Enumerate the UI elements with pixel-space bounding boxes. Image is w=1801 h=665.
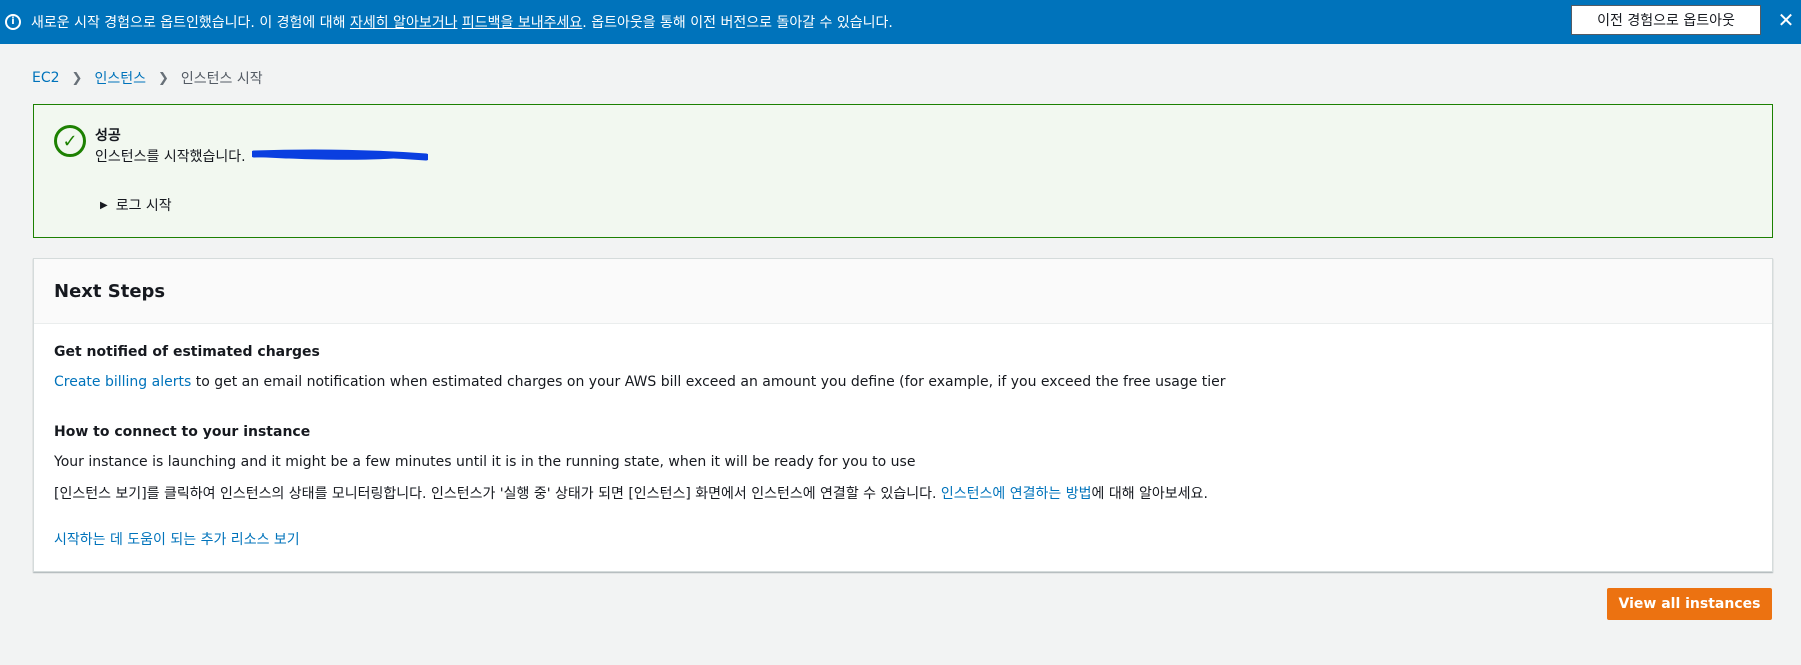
additional-resources-link[interactable]: 시작하는 데 도움이 되는 추가 리소스 보기 xyxy=(54,529,300,549)
charges-heading: Get notified of estimated charges xyxy=(54,344,320,360)
connect-instructions: [인스턴스 보기]를 클릭하여 인스턴스의 상태를 모니터링합니다. 인스턴스가… xyxy=(54,486,1208,502)
opt-in-banner: i 새로운 시작 경험으로 옵트인했습니다. 이 경험에 대해 자세히 알아보거… xyxy=(0,0,1801,44)
feedback-link[interactable]: 피드백을 보내주세요 xyxy=(462,15,582,31)
success-alert: ✓ 성공 인스턴스를 시작했습니다. ▶ 로그 시작 xyxy=(33,104,1773,238)
breadcrumb-instances[interactable]: 인스턴스 xyxy=(94,68,146,88)
charges-text: Create billing alerts to get an email no… xyxy=(54,374,1226,390)
caret-right-icon: ▶ xyxy=(100,199,108,211)
success-title: 성공 xyxy=(95,128,121,144)
launch-log-label: 로그 시작 xyxy=(115,198,172,214)
launch-log-toggle[interactable]: ▶ 로그 시작 xyxy=(100,195,172,215)
learn-more-link[interactable]: 자세히 알아보거나 xyxy=(350,15,458,31)
chevron-right-icon: ❯ xyxy=(157,70,169,86)
view-all-instances-button[interactable]: View all instances xyxy=(1607,588,1772,620)
redaction-scribble xyxy=(252,149,428,161)
connect-heading: How to connect to your instance xyxy=(54,424,311,440)
next-steps-panel: Next Steps Get notified of estimated cha… xyxy=(33,258,1773,572)
breadcrumb-current: 인스턴스 시작 xyxy=(180,71,263,87)
breadcrumb-ec2[interactable]: EC2 xyxy=(32,70,60,86)
opt-out-button[interactable]: 이전 경험으로 옵트아웃 xyxy=(1571,5,1761,35)
create-billing-alerts-link[interactable]: Create billing alerts xyxy=(54,374,191,390)
next-steps-title: Next Steps xyxy=(54,280,166,302)
next-steps-header: Next Steps xyxy=(34,259,1772,324)
close-icon[interactable]: ✕ xyxy=(1775,8,1797,32)
success-message: 인스턴스를 시작했습니다. xyxy=(95,149,246,165)
info-icon: i xyxy=(5,14,21,30)
check-circle-icon: ✓ xyxy=(54,125,86,157)
breadcrumb: EC2 ❯ 인스턴스 ❯ 인스턴스 시작 xyxy=(32,68,263,88)
connect-instance-link[interactable]: 인스턴스에 연결하는 방법 xyxy=(941,486,1092,502)
chevron-right-icon: ❯ xyxy=(71,70,83,86)
connect-text: Your instance is launching and it might … xyxy=(54,454,916,470)
banner-message: 새로운 시작 경험으로 옵트인했습니다. 이 경험에 대해 자세히 알아보거나 … xyxy=(31,15,893,31)
